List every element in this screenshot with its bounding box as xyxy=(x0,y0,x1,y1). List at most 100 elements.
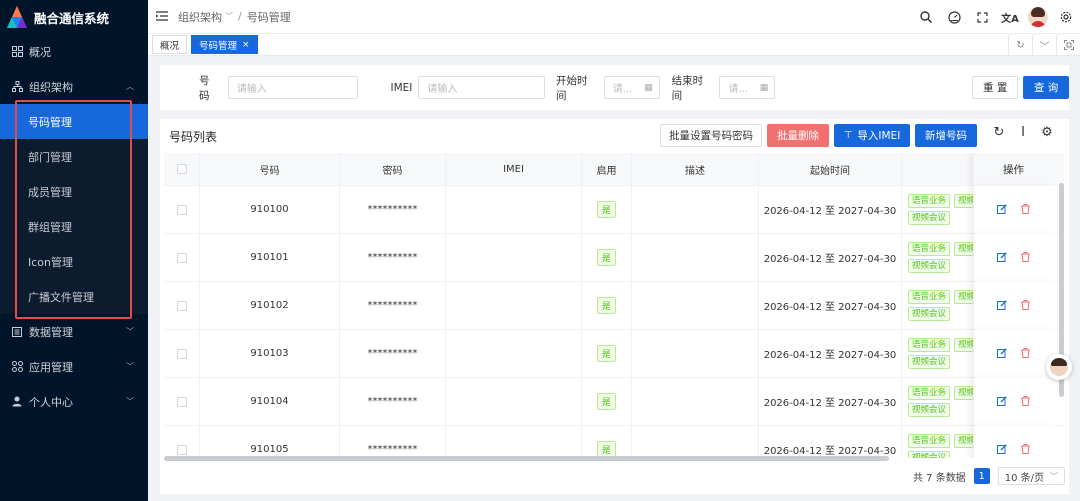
sidebar-item-broadcast-file-management[interactable]: 广播文件管理 xyxy=(0,279,148,314)
sidebar-item-member-management[interactable]: 成员管理 xyxy=(0,174,148,209)
batch-set-password-button[interactable]: 批量设置号码密码 xyxy=(660,124,762,147)
settings-icon[interactable]: ⚙ xyxy=(1035,125,1059,140)
settings-icon[interactable] xyxy=(1052,11,1080,23)
row-checkbox-cell[interactable] xyxy=(164,330,200,377)
enabled-tag: 是 xyxy=(596,345,616,362)
row-checkbox-cell[interactable] xyxy=(164,426,200,458)
period-cell: 2026-04-12 至 2027-04-30 xyxy=(759,186,902,233)
delete-icon[interactable] xyxy=(1021,203,1030,217)
chevron-up-icon: ︿ xyxy=(126,82,134,91)
sidebar-item-apps[interactable]: 应用管理 ﹀ xyxy=(0,349,148,384)
imei-cell xyxy=(446,330,582,377)
header-toolbar: 文A xyxy=(912,0,1080,34)
tab-number-management[interactable]: 号码管理 × xyxy=(191,35,258,54)
translate-icon[interactable]: 文A xyxy=(996,10,1024,25)
row-actions xyxy=(973,282,1053,330)
edit-icon[interactable] xyxy=(997,443,1007,457)
maximize-icon[interactable] xyxy=(1056,34,1080,56)
chevron-down-icon[interactable]: ﹀ xyxy=(1032,34,1056,56)
row-checkbox[interactable] xyxy=(176,348,187,359)
reset-button[interactable]: 重 置 xyxy=(972,76,1019,99)
query-button[interactable]: 查 询 xyxy=(1023,76,1069,99)
start-time-picker[interactable]: 请... ▦ xyxy=(603,76,660,99)
select-all-checkbox[interactable] xyxy=(176,164,187,174)
sidebar-item-org[interactable]: 组织架构 ︿ xyxy=(0,69,148,104)
import-imei-button[interactable]: ⊤ 导入IMEI xyxy=(834,124,910,147)
assistant-avatar[interactable] xyxy=(1046,354,1072,380)
number-input[interactable]: 请输入 xyxy=(227,76,359,99)
search-icon[interactable] xyxy=(912,11,940,23)
sidebar-item-overview[interactable]: 概况 xyxy=(0,34,148,69)
edit-icon[interactable] xyxy=(997,251,1007,265)
end-time-picker[interactable]: 请... ▦ xyxy=(719,76,776,99)
breadcrumb-separator: / xyxy=(238,10,242,23)
sidebar-item-label: 部门管理 xyxy=(28,150,72,164)
row-checkbox[interactable] xyxy=(176,300,187,311)
sidebar-item-data[interactable]: 数据管理 ﹀ xyxy=(0,314,148,349)
page-size-select[interactable]: 10 条/页 ﹀ xyxy=(997,467,1065,485)
page-number[interactable]: 1 xyxy=(973,468,990,484)
row-checkbox-cell[interactable] xyxy=(164,378,200,425)
sidebar-item-group-management[interactable]: 群组管理 xyxy=(0,209,148,244)
import-imei-label: 导入IMEI xyxy=(857,130,901,142)
menu-fold-icon[interactable] xyxy=(156,10,168,24)
row-actions xyxy=(973,186,1053,234)
row-actions xyxy=(973,426,1053,458)
column-header: 启用 xyxy=(582,153,632,185)
column-header: 密码 xyxy=(340,153,446,185)
description-cell xyxy=(632,330,759,377)
imei-input[interactable]: 请输入 xyxy=(418,76,545,99)
sidebar-item-icon-management[interactable]: Icon管理 xyxy=(0,244,148,279)
app-title: 融合通信系统 xyxy=(34,10,110,26)
horizontal-scrollbar[interactable] xyxy=(164,456,889,461)
sidebar-item-department-management[interactable]: 部门管理 xyxy=(0,139,148,174)
column-height-icon[interactable]: Ⅰ xyxy=(1011,125,1035,140)
delete-icon[interactable] xyxy=(1021,299,1030,313)
enabled-tag: 是 xyxy=(596,297,616,314)
sidebar-item-profile[interactable]: 个人中心 ﹀ xyxy=(0,384,148,419)
breadcrumb-item[interactable]: 号码管理 xyxy=(247,9,291,25)
period-cell: 2026-04-12 至 2027-04-30 xyxy=(759,378,902,425)
column-header-actions: 操作 xyxy=(973,153,1053,186)
page-size-value: 10 条/页 xyxy=(1004,472,1044,484)
enabled-tag: 是 xyxy=(596,393,616,410)
batch-delete-button[interactable]: 批量删除 xyxy=(767,124,829,147)
select-all-checkbox-cell[interactable] xyxy=(164,153,200,185)
row-checkbox[interactable] xyxy=(176,204,187,215)
start-time-placeholder: 请... xyxy=(612,84,633,95)
edit-icon[interactable] xyxy=(997,203,1007,217)
sidebar-item-number-management[interactable]: 号码管理 xyxy=(0,104,148,139)
fullscreen-icon[interactable] xyxy=(968,11,996,23)
row-checkbox-cell[interactable] xyxy=(164,282,200,329)
end-time-label: 结束时间 xyxy=(671,74,704,102)
row-checkbox[interactable] xyxy=(176,252,187,263)
table-panel: 号码列表 批量设置号码密码 批量删除 ⊤ 导入IMEI 新增号码 ↻ Ⅰ ⚙ 号… xyxy=(160,119,1069,494)
delete-icon[interactable] xyxy=(1021,347,1030,361)
delete-icon[interactable] xyxy=(1021,443,1030,457)
add-number-button[interactable]: 新增号码 xyxy=(915,124,977,147)
breadcrumb-item[interactable]: 组织架构 xyxy=(178,9,222,25)
refresh-icon[interactable]: ↻ xyxy=(987,125,1011,140)
delete-icon[interactable] xyxy=(1021,251,1030,265)
dashboard-meter-icon[interactable] xyxy=(940,10,968,24)
enabled-tag: 是 xyxy=(596,201,616,218)
app-logo[interactable]: 融合通信系统 xyxy=(0,0,148,34)
description-cell xyxy=(632,186,759,233)
number-cell: 910101 xyxy=(200,234,340,281)
delete-icon[interactable] xyxy=(1021,395,1030,409)
user-avatar[interactable] xyxy=(1024,7,1052,27)
row-checkbox-cell[interactable] xyxy=(164,234,200,281)
chevron-down-icon[interactable]: ﹀ xyxy=(225,11,233,22)
tab-overview[interactable]: 概况 xyxy=(152,35,188,54)
row-checkbox[interactable] xyxy=(176,444,187,455)
imei-cell xyxy=(446,426,582,458)
edit-icon[interactable] xyxy=(997,299,1007,313)
row-checkbox-cell[interactable] xyxy=(164,186,200,233)
imei-cell xyxy=(446,282,582,329)
edit-icon[interactable] xyxy=(997,395,1007,409)
row-checkbox[interactable] xyxy=(176,396,187,407)
refresh-icon[interactable]: ↻ xyxy=(1008,34,1032,56)
business-tag: 语音业务 xyxy=(908,194,951,208)
close-icon[interactable]: × xyxy=(242,40,250,50)
edit-icon[interactable] xyxy=(997,347,1007,361)
